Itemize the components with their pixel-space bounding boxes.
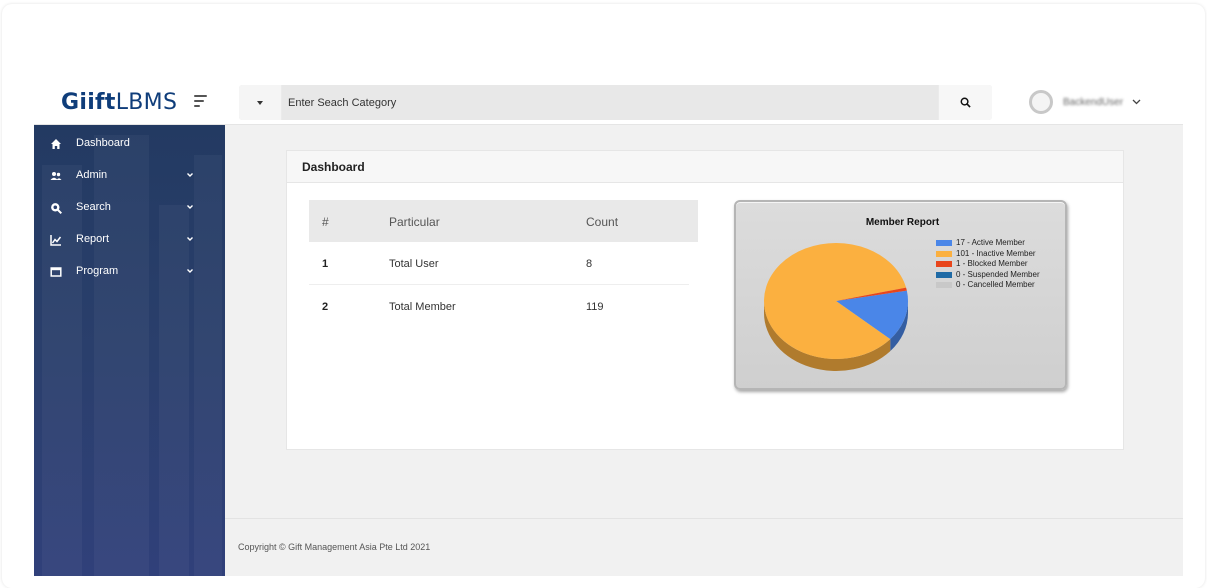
sidebar-item-label: Program [76, 265, 119, 277]
legend-swatch [936, 282, 952, 288]
sidebar-item-admin[interactable]: Admin [34, 162, 225, 190]
row-count: 119 [586, 301, 604, 313]
legend-swatch [936, 240, 952, 246]
header-particular: Particular [389, 215, 440, 229]
logo-light-text: LBMS [115, 90, 178, 115]
legend-item: 1 - Blocked Member [936, 259, 1040, 270]
sidebar-item-label: Search [76, 201, 111, 213]
table-header: # Particular Count [309, 200, 698, 242]
logo[interactable]: GiiftLBMS [61, 90, 177, 115]
legend-label: 0 - Cancelled Member [956, 280, 1035, 289]
legend-swatch [936, 261, 952, 267]
caret-down-icon [257, 100, 263, 105]
header-count: Count [586, 215, 619, 229]
search-button[interactable] [939, 85, 992, 120]
avatar [1029, 90, 1053, 114]
home-icon [51, 139, 61, 149]
legend-label: 1 - Blocked Member [956, 259, 1028, 268]
user-menu[interactable]: BackendUser [1029, 89, 1141, 115]
copyright-text: Copyright © Gift Management Asia Pte Ltd… [238, 542, 431, 552]
summary-table: # Particular Count 1 Total User 8 2 Tota… [309, 200, 698, 328]
panel-title: Dashboard [287, 151, 1123, 183]
sidebar-item-label: Report [76, 233, 110, 245]
legend-swatch [936, 250, 952, 257]
sidebar: Dashboard Admin Search Report Program [34, 125, 225, 576]
header-number: # [322, 215, 329, 229]
users-icon [50, 172, 62, 180]
dashboard-panel: Dashboard # Particular Count 1 Total Use… [286, 150, 1124, 450]
sidebar-item-search[interactable]: Search [34, 194, 225, 222]
legend-swatch [936, 271, 952, 278]
chevron-down-icon [1132, 99, 1141, 105]
sidebar-item-program[interactable]: Program [34, 258, 225, 286]
sidebar-item-label: Dashboard [76, 137, 130, 149]
legend-label: 101 - Inactive Member [956, 248, 1036, 258]
row-number: 2 [322, 301, 329, 313]
search-icon [960, 97, 971, 108]
table-row: 1 Total User 8 [309, 242, 689, 285]
legend-item: 0 - Cancelled Member [936, 280, 1040, 291]
chevron-down-icon [187, 269, 193, 273]
brand-area: GiiftLBMS [34, 80, 225, 125]
pie-chart [764, 243, 908, 371]
chart-icon [50, 235, 62, 246]
row-number: 1 [322, 258, 329, 270]
chart-legend: 17 - Active Member 101 - Inactive Member 1… [936, 238, 1040, 291]
chevron-down-icon [187, 205, 193, 209]
search-group [239, 85, 992, 120]
logo-bold-text: Giift [61, 90, 116, 115]
category-dropdown[interactable] [239, 85, 281, 120]
app-container: GiiftLBMS BackendUser Dashboard [34, 80, 1183, 576]
window-icon [50, 267, 62, 277]
sidebar-item-label: Admin [76, 169, 108, 181]
chevron-down-icon [187, 173, 193, 177]
member-report-chart: Member Report 17 - Active Member 101 - In… [734, 200, 1067, 390]
table-row: 2 Total Member 119 [309, 285, 689, 328]
footer: Copyright © Gift Management Asia Pte Ltd… [225, 518, 1183, 576]
menu-toggle-icon[interactable] [194, 95, 208, 107]
chevron-down-icon [187, 237, 193, 241]
username: BackendUser [1063, 96, 1124, 108]
sidebar-item-report[interactable]: Report [34, 226, 225, 254]
legend-item: 101 - Inactive Member [936, 249, 1040, 260]
top-bar: GiiftLBMS BackendUser [34, 80, 1183, 125]
search-globe-icon [51, 203, 62, 214]
legend-label: 0 - Suspended Member [956, 269, 1040, 279]
legend-item: 17 - Active Member [936, 238, 1040, 249]
row-particular: Total User [389, 258, 439, 270]
row-count: 8 [586, 258, 593, 270]
sidebar-item-dashboard[interactable]: Dashboard [34, 130, 225, 158]
row-particular: Total Member [389, 301, 456, 313]
legend-label: 17 - Active Member [956, 238, 1025, 247]
legend-item: 0 - Suspended Member [936, 270, 1040, 281]
search-input[interactable] [282, 85, 938, 120]
